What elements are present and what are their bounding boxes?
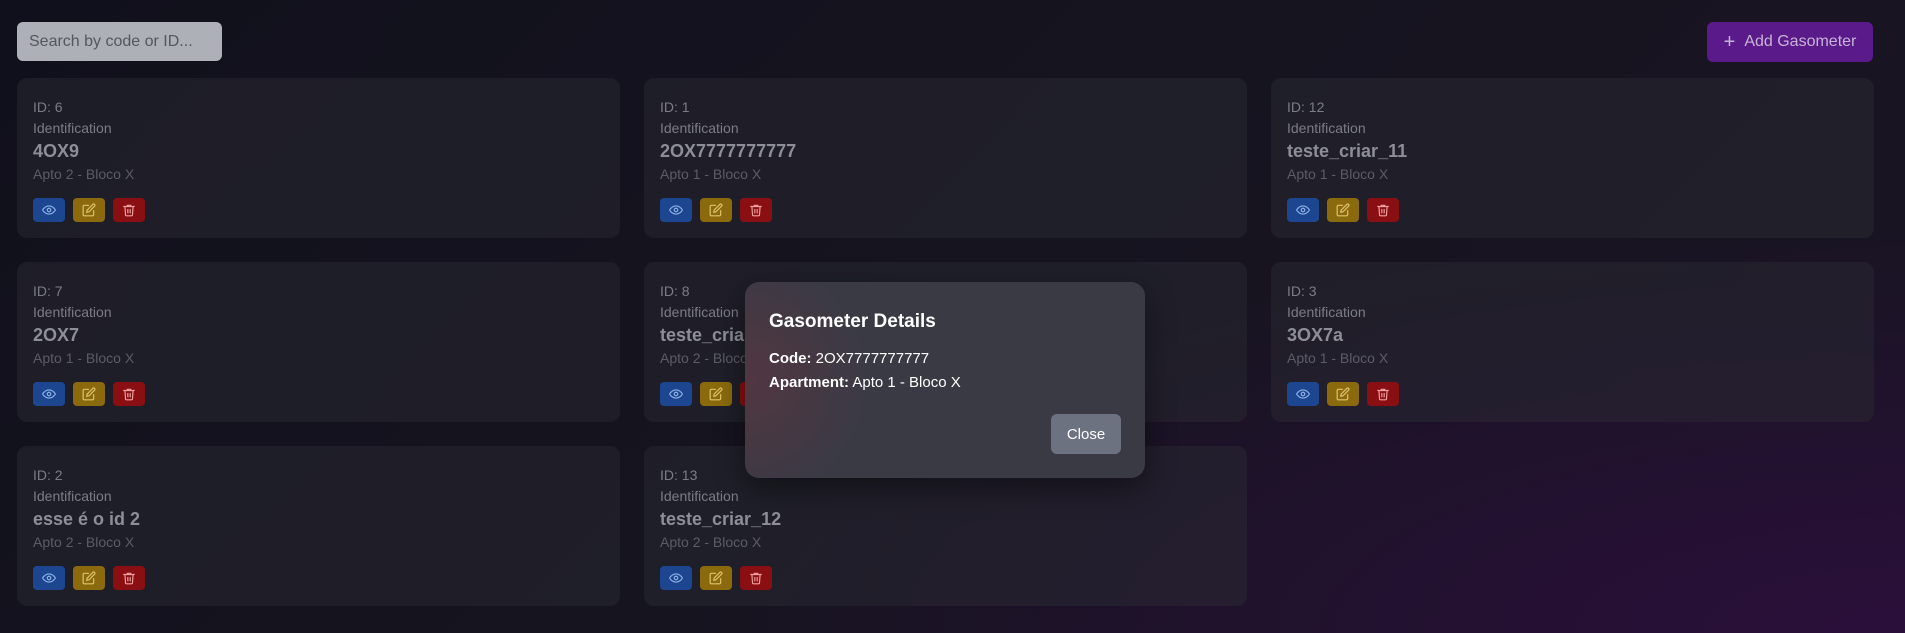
modal-apartment-label: Apartment:: [769, 374, 850, 391]
modal-code-value: 2OX7777777777: [815, 350, 930, 367]
modal-code-row: Code: 2OX7777777777: [769, 348, 1121, 370]
modal-title: Gasometer Details: [769, 311, 936, 332]
close-button[interactable]: Close: [1051, 414, 1121, 454]
modal-overlay[interactable]: Gasometer Details Code: 2OX7777777777 Ap…: [0, 0, 1905, 633]
modal-apartment-value: Apto 1 - Bloco X: [852, 374, 961, 391]
gasometer-page: + Add Gasometer ID: 6Identification4OX9A…: [0, 0, 1905, 633]
details-modal: Gasometer Details Code: 2OX7777777777 Ap…: [745, 282, 1145, 478]
modal-apartment-row: Apartment: Apto 1 - Bloco X: [769, 372, 1121, 394]
modal-code-label: Code:: [769, 350, 812, 367]
